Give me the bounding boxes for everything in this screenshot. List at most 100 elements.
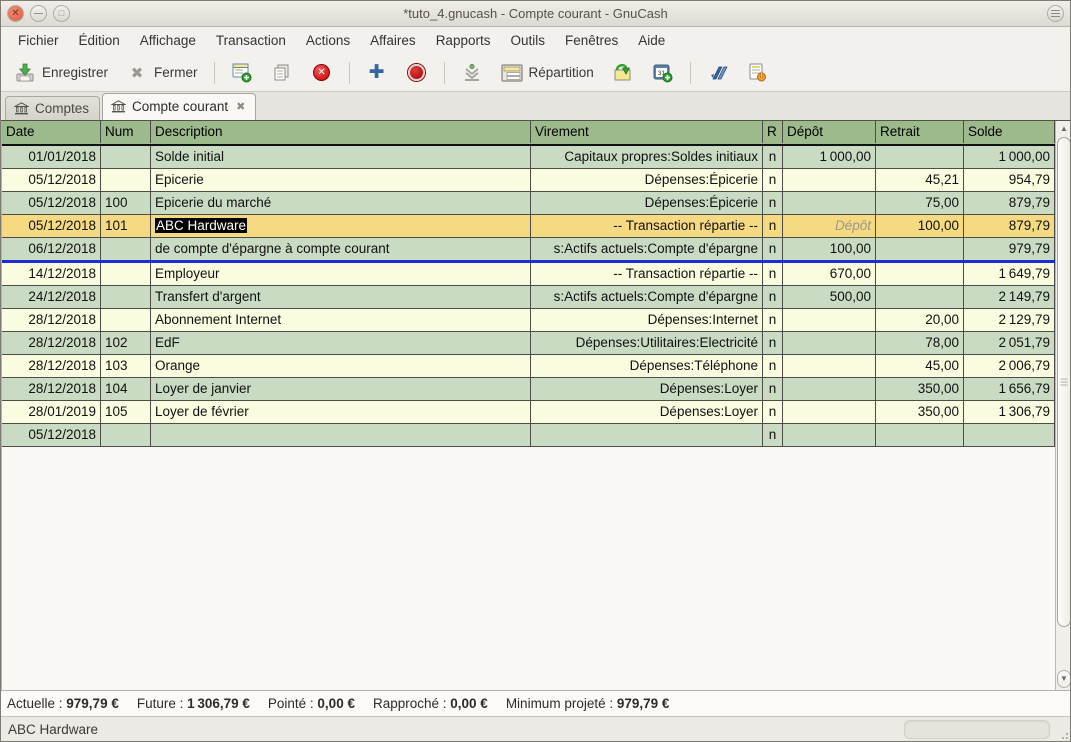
cell-depot[interactable]: 670,00 (783, 263, 876, 285)
cell-num[interactable] (101, 309, 151, 331)
cell-virement[interactable]: Dépenses:Épicerie (531, 192, 763, 214)
cell-depot[interactable] (783, 401, 876, 423)
cell-retrait[interactable] (876, 286, 964, 308)
cell-date[interactable]: 24/12/2018 (2, 286, 101, 308)
table-row[interactable]: 28/12/2018104Loyer de janvierDépenses:Lo… (2, 378, 1055, 401)
scroll-up-icon[interactable]: ▲ (1057, 122, 1070, 137)
cell-solde[interactable] (964, 424, 1055, 446)
menu-item-0[interactable]: Fichier (9, 29, 68, 52)
cell-r[interactable]: n (763, 238, 783, 260)
table-row[interactable]: 05/12/2018n (2, 424, 1055, 447)
cell-description[interactable]: Loyer de janvier (151, 378, 531, 400)
cell-description[interactable]: Epicerie du marché (151, 192, 531, 214)
cell-description[interactable]: Epicerie (151, 169, 531, 191)
cell-solde[interactable]: 979,79 (964, 238, 1055, 260)
tab-compte-courant[interactable]: Compte courant ✖ (102, 93, 256, 120)
column-header-5[interactable]: Dépôt (783, 121, 876, 143)
cell-num[interactable]: 104 (101, 378, 151, 400)
cell-date[interactable]: 28/12/2018 (2, 332, 101, 354)
cell-depot[interactable] (783, 332, 876, 354)
cell-date[interactable]: 01/01/2018 (2, 146, 101, 168)
cell-r[interactable]: n (763, 192, 783, 214)
cell-description[interactable]: Loyer de février (151, 401, 531, 423)
cell-num[interactable]: 102 (101, 332, 151, 354)
cell-description[interactable]: Orange (151, 355, 531, 377)
tab-close-icon[interactable]: ✖ (234, 100, 245, 113)
enter-button[interactable]: ✚ (359, 58, 395, 88)
delete-button[interactable]: ✕ (304, 58, 340, 88)
hamburger-menu-icon[interactable] (1047, 5, 1064, 22)
cell-num[interactable]: 100 (101, 192, 151, 214)
new-transaction-button[interactable] (224, 58, 260, 88)
cell-solde[interactable]: 879,79 (964, 192, 1055, 214)
transfer-button[interactable] (605, 58, 641, 88)
table-row[interactable]: 28/12/2018102EdFDépenses:Utilitaires:Ele… (2, 332, 1055, 355)
blank-transaction-button[interactable] (454, 58, 490, 88)
menu-item-7[interactable]: Outils (501, 29, 554, 52)
cell-description[interactable]: Employeur (151, 263, 531, 285)
cell-virement[interactable]: Dépenses:Loyer (531, 378, 763, 400)
jump-button[interactable] (700, 58, 736, 88)
cell-solde[interactable]: 1 000,00 (964, 146, 1055, 168)
cell-depot[interactable] (783, 424, 876, 446)
cell-date[interactable]: 05/12/2018 (2, 424, 101, 446)
column-header-4[interactable]: R (763, 121, 783, 143)
resize-grip[interactable] (1058, 729, 1068, 739)
cell-solde[interactable]: 1 656,79 (964, 378, 1055, 400)
cell-num[interactable] (101, 424, 151, 446)
table-row[interactable]: 05/12/2018101ABC Hardware-- Transaction … (2, 215, 1055, 238)
cell-date[interactable]: 28/12/2018 (2, 378, 101, 400)
cell-retrait[interactable]: 350,00 (876, 378, 964, 400)
cell-virement[interactable]: Capitaux propres:Soldes initiaux (531, 146, 763, 168)
cell-solde[interactable]: 2 129,79 (964, 309, 1055, 331)
column-header-0[interactable]: Date (2, 121, 101, 143)
cell-r[interactable]: n (763, 401, 783, 423)
cell-solde[interactable]: 2 006,79 (964, 355, 1055, 377)
invoice-button[interactable] (740, 58, 776, 88)
menu-item-3[interactable]: Transaction (207, 29, 295, 52)
cell-virement[interactable]: Dépenses:Loyer (531, 401, 763, 423)
cell-description[interactable]: Abonnement Internet (151, 309, 531, 331)
cell-depot[interactable]: 1 000,00 (783, 146, 876, 168)
table-row[interactable]: 28/01/2019105Loyer de févrierDépenses:Lo… (2, 401, 1055, 424)
cell-retrait[interactable] (876, 238, 964, 260)
cell-solde[interactable]: 2 051,79 (964, 332, 1055, 354)
cell-description[interactable]: EdF (151, 332, 531, 354)
cell-date[interactable]: 05/12/2018 (2, 192, 101, 214)
menu-item-4[interactable]: Actions (297, 29, 359, 52)
cell-retrait[interactable]: 100,00 (876, 215, 964, 237)
cancel-button[interactable] (399, 58, 435, 88)
cell-solde[interactable]: 1 649,79 (964, 263, 1055, 285)
cell-depot[interactable] (783, 169, 876, 191)
menu-item-6[interactable]: Rapports (427, 29, 500, 52)
window-close-button[interactable]: ✕ (7, 5, 24, 22)
cell-description[interactable]: ABC Hardware (151, 215, 531, 237)
cell-r[interactable]: n (763, 286, 783, 308)
cell-depot[interactable] (783, 309, 876, 331)
cell-virement[interactable]: -- Transaction répartie -- (531, 263, 763, 285)
cell-retrait[interactable]: 45,00 (876, 355, 964, 377)
cell-num[interactable] (101, 169, 151, 191)
cell-num[interactable] (101, 146, 151, 168)
cell-virement[interactable]: Dépenses:Internet (531, 309, 763, 331)
cell-num[interactable]: 105 (101, 401, 151, 423)
cell-description[interactable]: Solde initial (151, 146, 531, 168)
cell-date[interactable]: 28/01/2019 (2, 401, 101, 423)
save-button[interactable]: Enregistrer (7, 58, 115, 88)
cell-retrait[interactable]: 75,00 (876, 192, 964, 214)
cell-date[interactable]: 14/12/2018 (2, 263, 101, 285)
cell-solde[interactable]: 954,79 (964, 169, 1055, 191)
cell-retrait[interactable]: 78,00 (876, 332, 964, 354)
schedule-button[interactable]: 31 (645, 58, 681, 88)
cell-date[interactable]: 06/12/2018 (2, 238, 101, 260)
cell-virement[interactable]: Dépenses:Téléphone (531, 355, 763, 377)
column-header-6[interactable]: Retrait (876, 121, 964, 143)
cell-retrait[interactable] (876, 263, 964, 285)
menu-item-8[interactable]: Fenêtres (556, 29, 627, 52)
cell-virement[interactable]: s:Actifs actuels:Compte d'épargne (531, 286, 763, 308)
cell-r[interactable]: n (763, 309, 783, 331)
cell-depot[interactable]: 100,00 (783, 238, 876, 260)
cell-solde[interactable]: 1 306,79 (964, 401, 1055, 423)
duplicate-button[interactable] (264, 58, 300, 88)
cell-solde[interactable]: 879,79 (964, 215, 1055, 237)
